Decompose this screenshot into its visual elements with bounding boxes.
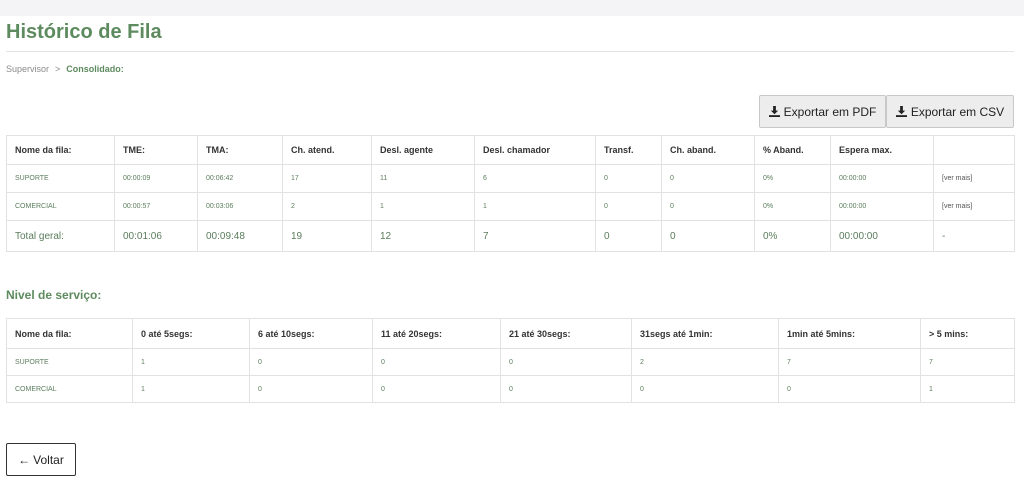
total-cell: 00:09:48 <box>197 220 283 252</box>
table-cell: 2 <box>282 192 372 221</box>
table-row: SUPORTE 1 0 0 0 2 7 7 <box>6 348 1015 376</box>
table-cell: 2 <box>631 348 779 376</box>
col-header: Espera max. <box>830 135 934 165</box>
table-cell: 6 <box>474 164 596 193</box>
col-header: Desl. chamador <box>474 135 596 165</box>
queue-name: SUPORTE <box>6 164 115 193</box>
col-header: 0 até 5segs: <box>132 318 250 349</box>
total-cell: - <box>933 220 1015 252</box>
col-header <box>933 135 1015 165</box>
table-cell: 0 <box>661 164 755 193</box>
table-cell: 7 <box>920 348 1015 376</box>
col-header: Transf. <box>595 135 662 165</box>
col-header: 11 até 20segs: <box>372 318 501 349</box>
table-cell: 17 <box>282 164 372 193</box>
queue-name: SUPORTE <box>6 348 133 376</box>
breadcrumb-separator: > <box>55 64 61 74</box>
total-cell: 19 <box>282 220 372 252</box>
download-icon <box>768 106 780 117</box>
export-csv-label: Exportar em CSV <box>910 104 1005 119</box>
table-cell: 1 <box>132 375 250 403</box>
table-cell: 0 <box>778 375 921 403</box>
export-csv-button[interactable]: Exportar em CSV <box>886 95 1014 128</box>
table-cell: 1 <box>371 192 475 221</box>
table-row: SUPORTE 00:00:09 00:06:42 17 11 6 0 0 0%… <box>6 164 1015 193</box>
table-cell: 00:00:00 <box>830 164 934 193</box>
table-cell: 0 <box>372 375 501 403</box>
table-cell: 00:06:42 <box>197 164 283 193</box>
breadcrumb: Supervisor > Consolidado: <box>6 64 124 74</box>
table-cell: 0 <box>595 192 662 221</box>
export-pdf-button[interactable]: Exportar em PDF <box>759 95 886 128</box>
table-cell: 11 <box>371 164 475 193</box>
breadcrumb-current: Consolidado: <box>66 64 124 74</box>
col-header: TME: <box>114 135 198 165</box>
table-cell: 00:00:09 <box>114 164 198 193</box>
arrow-left-icon: ← <box>18 452 31 467</box>
table-row: COMERCIAL 00:00:57 00:03:06 2 1 1 0 0 0%… <box>6 192 1015 221</box>
table-cell: 0 <box>500 375 632 403</box>
table-row: COMERCIAL 1 0 0 0 0 0 1 <box>6 375 1015 403</box>
col-header: Ch. aband. <box>661 135 755 165</box>
table-cell: 0 <box>249 348 373 376</box>
queue-history-table: Nome da fila: TME: TMA: Ch. atend. Desl.… <box>6 135 1015 252</box>
table-cell: 0 <box>631 375 779 403</box>
view-more-link[interactable]: [ver mais] <box>933 164 1015 193</box>
col-header: 1min até 5mins: <box>778 318 921 349</box>
top-bar <box>0 0 1024 16</box>
table-cell: 0 <box>661 192 755 221</box>
export-pdf-label: Exportar em PDF <box>783 104 877 119</box>
col-header: TMA: <box>197 135 283 165</box>
table-cell: 0 <box>372 348 501 376</box>
service-level-title: Nivel de serviço: <box>6 288 102 302</box>
breadcrumb-supervisor[interactable]: Supervisor <box>6 64 49 74</box>
table-cell: 7 <box>778 348 921 376</box>
col-header: % Aband. <box>754 135 831 165</box>
page-title: Histórico de Fila <box>6 21 162 43</box>
total-cell: 0 <box>595 220 662 252</box>
back-label: Voltar <box>33 452 64 467</box>
total-row: Total geral: 00:01:06 00:09:48 19 12 7 0… <box>6 220 1015 252</box>
table-cell: 0 <box>500 348 632 376</box>
total-cell: 0% <box>754 220 831 252</box>
col-header: 21 até 30segs: <box>500 318 632 349</box>
col-header: Nome da fila: <box>6 135 115 165</box>
col-header: > 5 mins: <box>920 318 1015 349</box>
table-cell: 1 <box>132 348 250 376</box>
table-cell: 0 <box>595 164 662 193</box>
download-icon <box>895 106 907 117</box>
table-header-row: Nome da fila: TME: TMA: Ch. atend. Desl.… <box>6 135 1015 165</box>
queue-name: COMERCIAL <box>6 375 133 403</box>
back-button[interactable]: ← Voltar <box>6 443 76 476</box>
table-cell: 0% <box>754 164 831 193</box>
queue-name: COMERCIAL <box>6 192 115 221</box>
table-cell: 0% <box>754 192 831 221</box>
table-cell: 00:00:57 <box>114 192 198 221</box>
col-header: Nome da fila: <box>6 318 133 349</box>
table-header-row: Nome da fila: 0 até 5segs: 6 até 10segs:… <box>6 318 1015 349</box>
table-cell: 1 <box>474 192 596 221</box>
table-cell: 00:03:06 <box>197 192 283 221</box>
table-cell: 1 <box>920 375 1015 403</box>
col-header: 6 até 10segs: <box>249 318 373 349</box>
service-level-table: Nome da fila: 0 até 5segs: 6 até 10segs:… <box>6 318 1015 403</box>
col-header: Desl. agente <box>371 135 475 165</box>
total-cell: 00:00:00 <box>830 220 934 252</box>
view-more-link[interactable]: [ver mais] <box>933 192 1015 221</box>
col-header: Ch. atend. <box>282 135 372 165</box>
title-divider <box>6 51 1014 52</box>
total-cell: 12 <box>371 220 475 252</box>
total-label: Total geral: <box>6 220 115 252</box>
col-header: 31segs até 1min: <box>631 318 779 349</box>
total-cell: 00:01:06 <box>114 220 198 252</box>
table-cell: 00:00:00 <box>830 192 934 221</box>
total-cell: 7 <box>474 220 596 252</box>
total-cell: 0 <box>661 220 755 252</box>
table-cell: 0 <box>249 375 373 403</box>
